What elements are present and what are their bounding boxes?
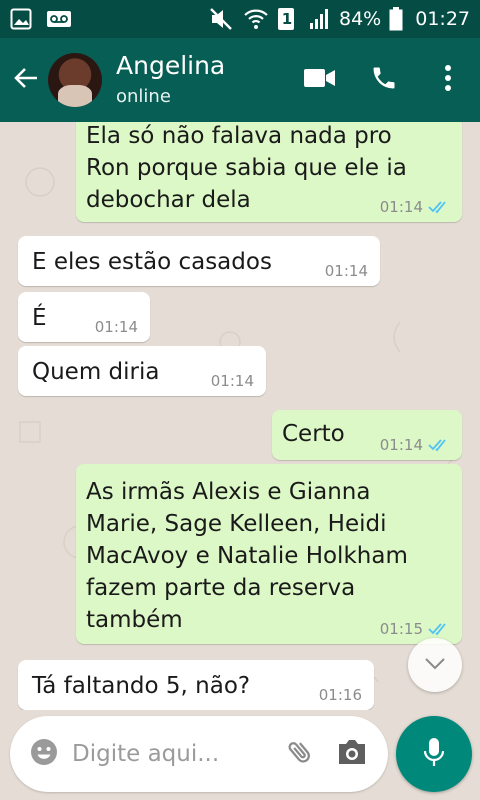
attach-button[interactable] (278, 732, 322, 776)
avatar[interactable] (48, 53, 102, 107)
status-bar: 1 84% 01:27 (0, 0, 480, 38)
mic-icon (423, 737, 445, 771)
message-composer (10, 716, 388, 792)
message-meta: 01:16 (319, 686, 362, 704)
message-bubble[interactable]: E eles estão casados 01:14 (18, 236, 380, 286)
read-ticks-icon (428, 438, 450, 452)
message-bubble[interactable]: É 01:14 (18, 292, 150, 342)
message-time: 01:14 (379, 198, 423, 216)
message-bubble[interactable]: Tá faltando 5, não? 01:16 (18, 660, 374, 710)
more-options-button[interactable] (416, 38, 480, 122)
chevron-down-icon (424, 656, 446, 675)
message-time: 01:14 (210, 372, 254, 390)
status-bar-left (10, 8, 72, 30)
chat-header: Angelina online (0, 38, 480, 122)
message-meta: 01:15 (380, 620, 450, 638)
message-time: 01:14 (94, 318, 138, 336)
emoji-button[interactable] (24, 734, 64, 774)
video-call-icon (304, 67, 336, 93)
wifi-icon (243, 7, 269, 31)
contact-info[interactable]: Angelina online (116, 51, 225, 109)
message-time: 01:16 (318, 686, 362, 704)
voice-call-button[interactable] (352, 38, 416, 122)
contact-status: online (116, 86, 171, 107)
scroll-to-bottom-button[interactable] (408, 638, 462, 692)
voice-message-button[interactable] (396, 716, 472, 792)
voicemail-icon (46, 10, 72, 28)
status-time: 01:27 (415, 8, 470, 30)
mute-icon (209, 7, 235, 31)
message-bubble[interactable]: Ela só não falava nada pro Ron porque sa… (76, 122, 462, 222)
message-text: As irmãs Alexis e Gianna Marie, Sage Kel… (86, 479, 408, 633)
message-time: 01:15 (379, 620, 423, 638)
message-input[interactable] (72, 741, 272, 767)
phone-icon (370, 64, 398, 96)
camera-icon (336, 738, 368, 770)
message-bubble[interactable]: Quem diria 01:14 (18, 346, 266, 396)
message-meta: 01:14 (325, 262, 368, 280)
header-actions (288, 38, 480, 122)
video-call-button[interactable] (288, 38, 352, 122)
sim-label: 1 (281, 10, 293, 28)
emoji-icon (29, 737, 59, 771)
message-time: 01:14 (324, 262, 368, 280)
message-meta: 01:14 (380, 198, 450, 216)
back-arrow-icon (13, 65, 39, 95)
read-ticks-icon (428, 622, 450, 636)
camera-button[interactable] (330, 732, 374, 776)
message-bubble[interactable]: Certo 01:14 (272, 410, 462, 460)
battery-percent: 84% (339, 8, 382, 30)
attach-icon (285, 737, 315, 771)
message-meta: 01:14 (380, 436, 450, 454)
battery-icon (389, 7, 403, 31)
message-meta: 01:14 (95, 318, 138, 336)
back-button[interactable] (4, 38, 48, 122)
more-vert-icon (444, 64, 452, 96)
message-list[interactable]: Ela só não falava nada pro Ron porque sa… (0, 122, 480, 710)
message-time: 01:14 (379, 436, 423, 454)
message-bubble[interactable]: As irmãs Alexis e Gianna Marie, Sage Kel… (76, 464, 462, 644)
gallery-icon (10, 8, 32, 30)
signal-icon (309, 8, 331, 30)
contact-name: Angelina (116, 51, 226, 80)
status-bar-right: 1 84% 01:27 (209, 7, 470, 31)
message-meta: 01:14 (211, 372, 254, 390)
read-ticks-icon (428, 200, 450, 214)
